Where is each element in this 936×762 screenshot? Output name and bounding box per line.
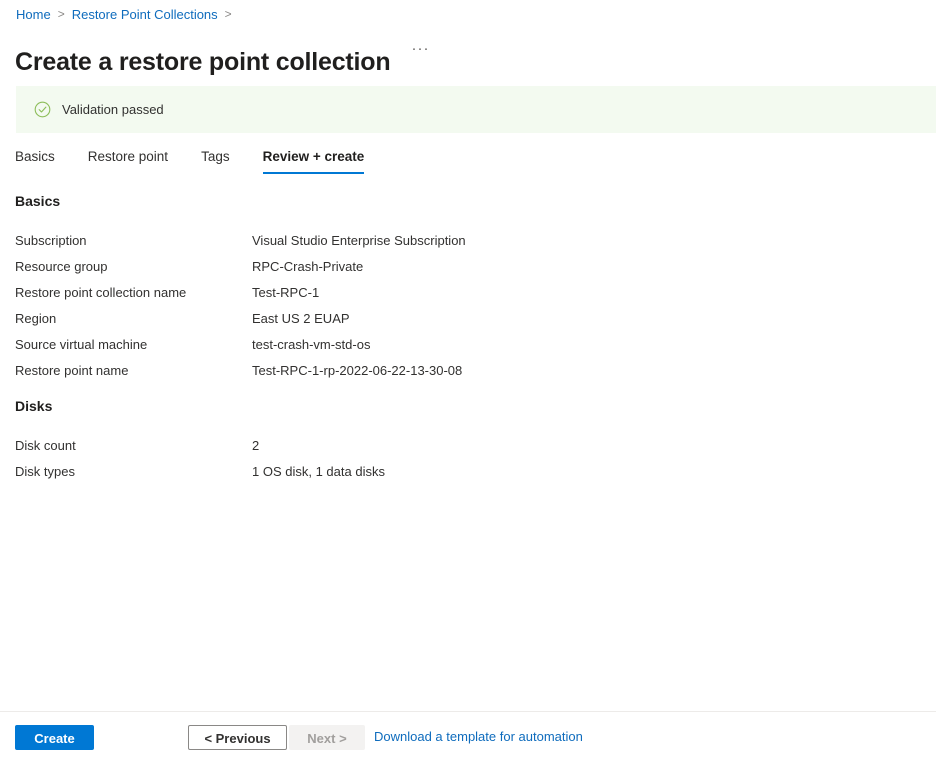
section-heading-basics: Basics [15,193,61,209]
download-template-link[interactable]: Download a template for automation [374,728,583,746]
summary-value: 2 [252,438,260,453]
breadcrumb: Home > Restore Point Collections > [16,6,239,23]
footer-action-bar: Create < Previous Next > Download a temp… [0,711,936,762]
summary-row-resource-group: Resource group RPC-Crash-Private [15,258,920,276]
more-actions-icon[interactable]: ··· [407,39,433,59]
section-basics: Basics Subscription Visual Studio Enterp… [15,192,920,388]
summary-value: 1 OS disk, 1 data disks [252,464,385,479]
summary-label: Disk count [15,438,76,453]
section-disks: Disks Disk count 2 Disk types 1 OS disk,… [15,397,920,489]
validation-banner: Validation passed [16,86,936,133]
breadcrumb-separator-icon: > [57,7,65,21]
breadcrumb-separator-icon: > [224,7,232,21]
summary-row-source-virtual-machine: Source virtual machine test-crash-vm-std… [15,336,920,354]
create-button[interactable]: Create [15,724,94,750]
summary-label: Source virtual machine [15,337,148,352]
tab-tags[interactable]: Tags [201,145,230,174]
summary-label: Disk types [15,464,75,479]
summary-label: Subscription [15,233,87,248]
wizard-tabs: Basics Restore point Tags Review + creat… [15,145,397,174]
summary-value: test-crash-vm-std-os [252,337,371,352]
summary-label: Resource group [15,259,108,274]
summary-label: Restore point name [15,363,129,378]
breadcrumb-item-home[interactable]: Home [16,6,51,23]
summary-value: East US 2 EUAP [252,311,350,326]
summary-row-restore-point-collection-name: Restore point collection name Test-RPC-1 [15,284,920,302]
summary-value: Test-RPC-1 [252,285,320,300]
page-header: Create a restore point collection ··· [15,29,433,95]
summary-row-region: Region East US 2 EUAP [15,310,920,328]
summary-row-restore-point-name: Restore point name Test-RPC-1-rp-2022-06… [15,362,920,380]
section-heading-disks: Disks [15,398,53,414]
tab-basics[interactable]: Basics [15,145,55,174]
tab-review-create[interactable]: Review + create [262,145,364,174]
summary-value: Visual Studio Enterprise Subscription [252,233,466,248]
tab-restore-point[interactable]: Restore point [88,145,168,174]
summary-row-subscription: Subscription Visual Studio Enterprise Su… [15,232,920,250]
summary-label: Restore point collection name [15,285,187,300]
previous-button[interactable]: < Previous [188,724,287,750]
summary-value: Test-RPC-1-rp-2022-06-22-13-30-08 [252,363,463,378]
next-button: Next > [289,724,365,750]
breadcrumb-item-restore-point-collections[interactable]: Restore Point Collections [72,6,218,23]
check-circle-icon [34,101,51,118]
summary-row-disk-types: Disk types 1 OS disk, 1 data disks [15,463,920,481]
summary-label: Region [15,311,57,326]
summary-value: RPC-Crash-Private [252,259,364,274]
page-title: Create a restore point collection [15,47,391,76]
summary-row-disk-count: Disk count 2 [15,437,920,455]
validation-message: Validation passed [62,101,164,117]
